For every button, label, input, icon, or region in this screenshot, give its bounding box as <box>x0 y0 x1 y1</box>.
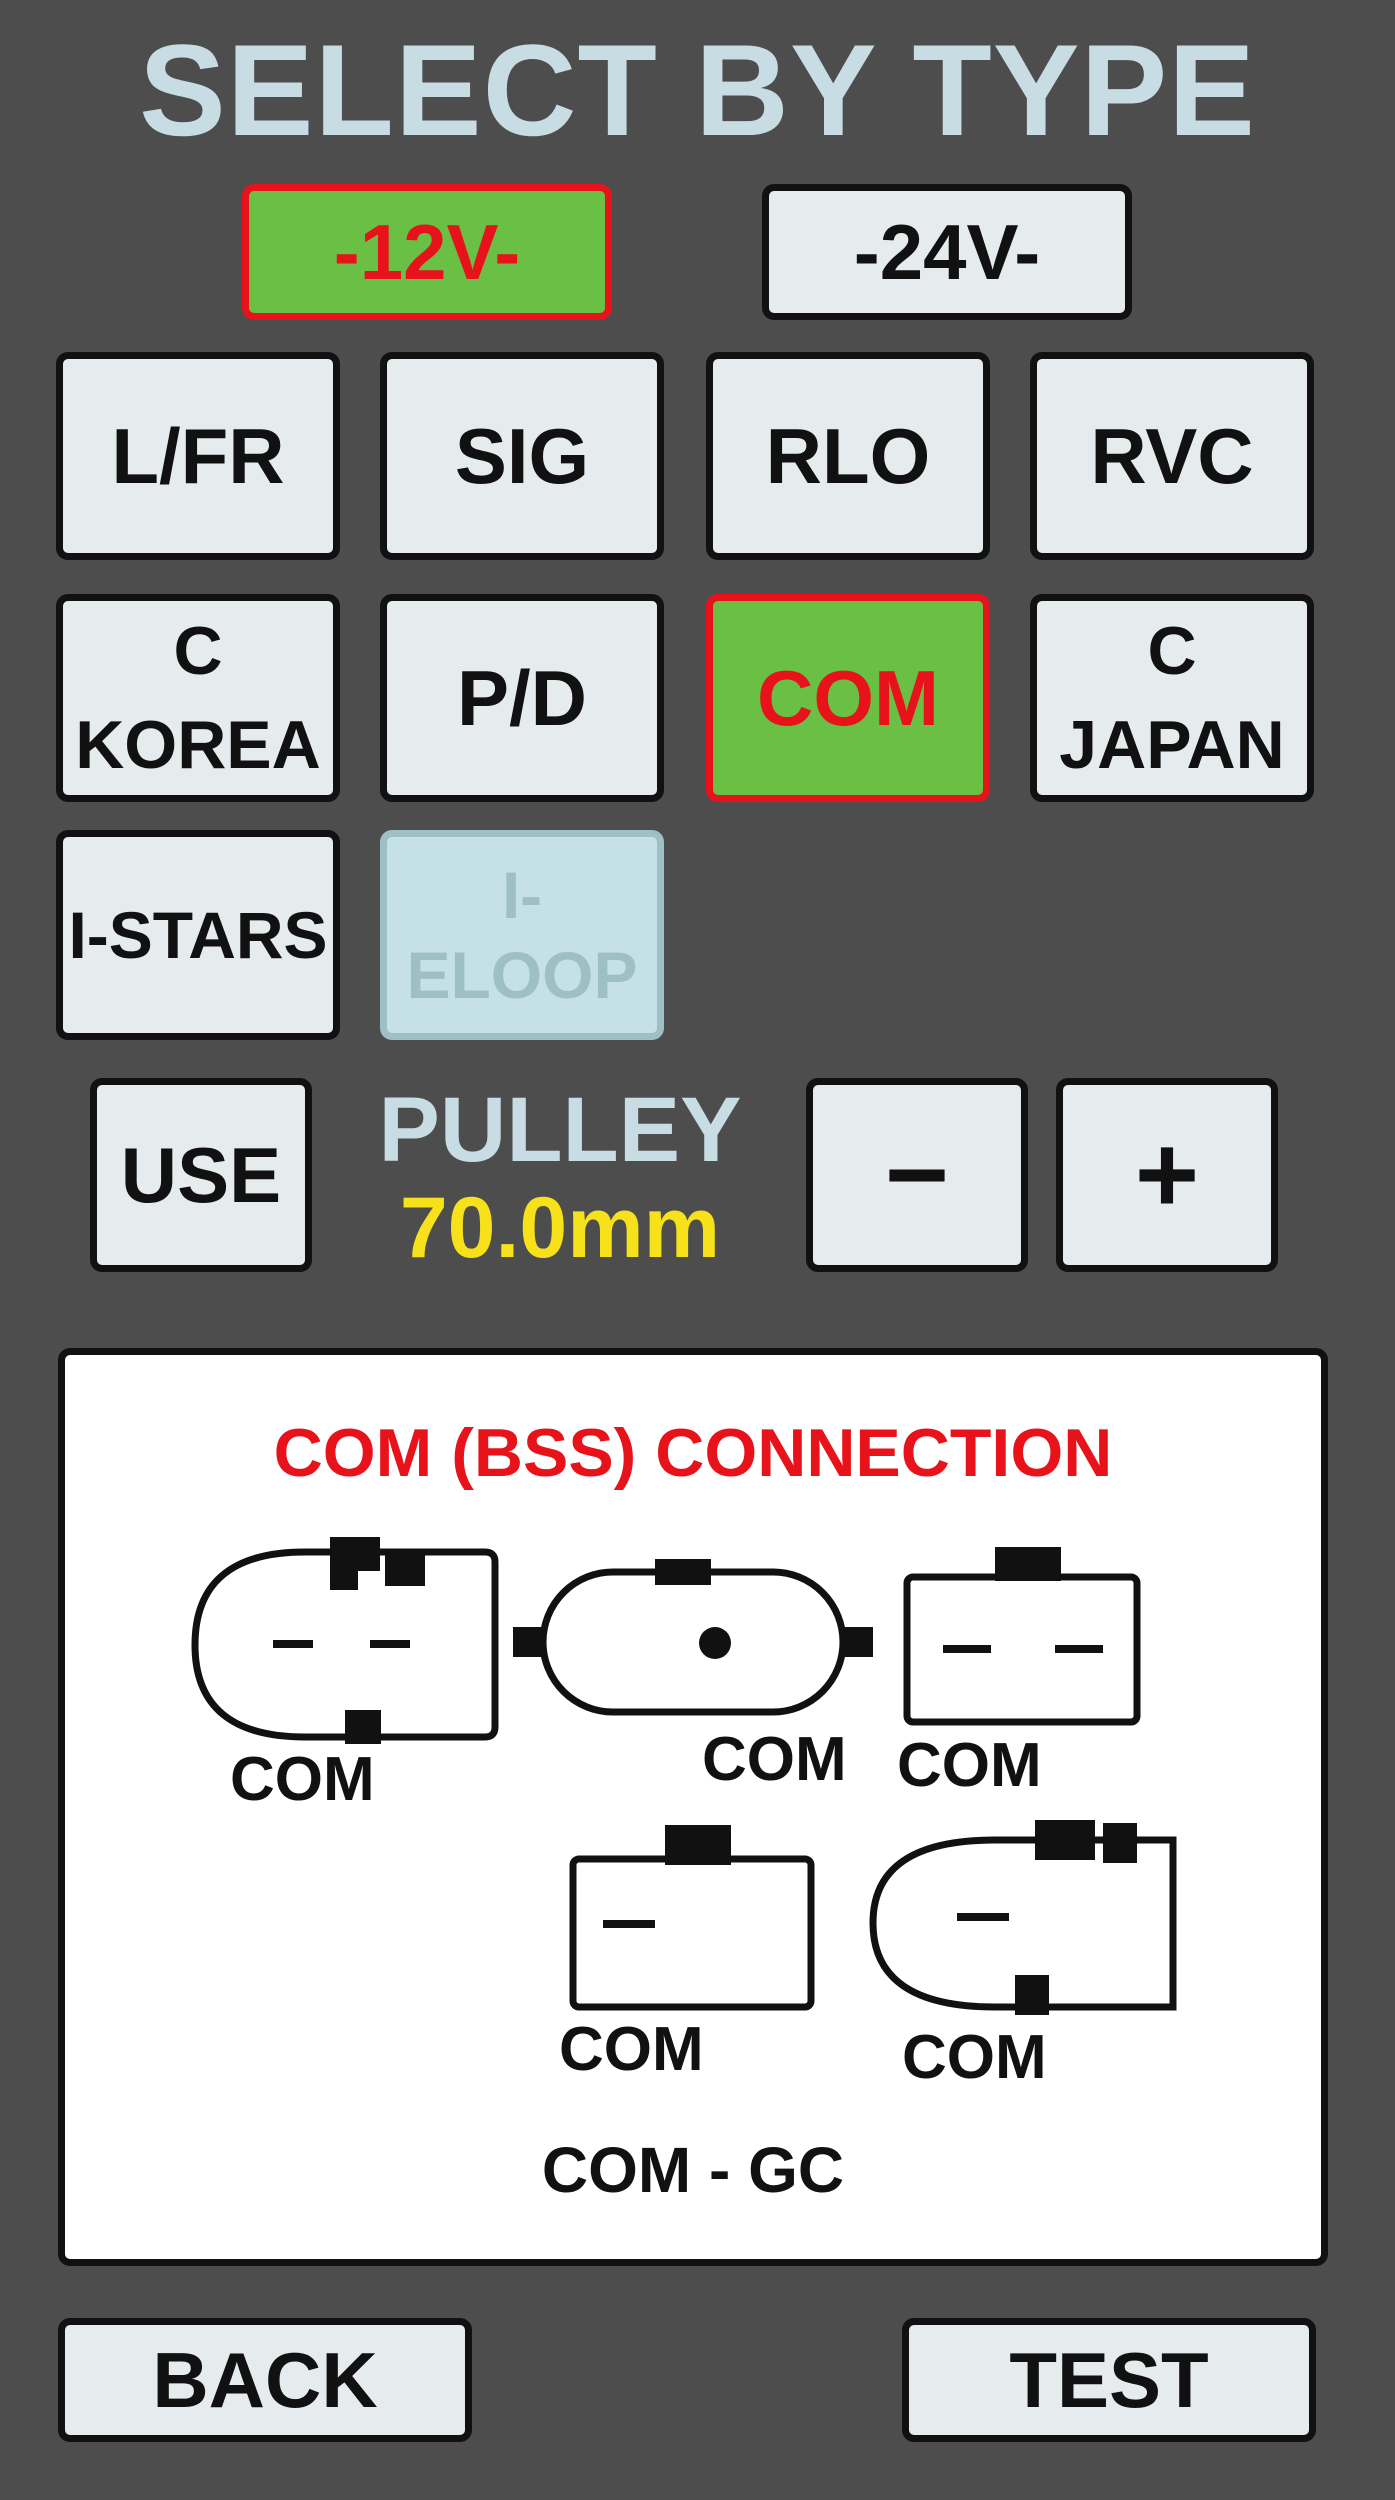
type-sig-button[interactable]: SIG <box>380 352 664 560</box>
type-lfr-label: L/FR <box>111 412 285 500</box>
test-label: TEST <box>1009 2336 1209 2424</box>
connection-caption: COM - GC <box>541 2134 845 2206</box>
connection-panel: COM (BSS) CONNECTION COM COM COM COM COM… <box>58 1348 1328 2266</box>
voltage-24v-label: -24V- <box>853 208 1041 296</box>
plus-icon: + <box>1134 1113 1200 1236</box>
type-lfr-button[interactable]: L/FR <box>56 352 340 560</box>
type-c-korea-label: C KOREA <box>75 613 321 783</box>
test-button[interactable]: TEST <box>902 2318 1316 2442</box>
pulley-increase-button[interactable]: + <box>1056 1078 1278 1272</box>
pulley-label: PULLEY <box>378 1079 742 1181</box>
back-button[interactable]: BACK <box>58 2318 472 2442</box>
voltage-12v-label: -12V- <box>333 208 521 296</box>
connector-4-icon <box>569 1855 815 2011</box>
minus-icon: − <box>884 1113 950 1236</box>
connector-3-label: COM <box>897 1731 1042 1800</box>
use-pulley-button[interactable]: USE <box>90 1078 312 1272</box>
connector-2-icon <box>539 1568 847 1716</box>
type-i-stars-button[interactable]: I-STARS <box>56 830 340 1040</box>
connector-4-label: COM <box>559 2015 704 2084</box>
connector-1-label: COM <box>230 1745 375 1814</box>
use-pulley-label: USE <box>120 1131 282 1219</box>
type-c-korea-button[interactable]: C KOREA <box>56 594 340 802</box>
type-rlo-label: RLO <box>765 412 931 500</box>
page-title: SELECT BY TYPE <box>139 17 1256 163</box>
type-sig-label: SIG <box>454 412 590 500</box>
type-pd-label: P/D <box>456 654 588 742</box>
type-i-eloop-label: I-ELOOP <box>406 858 638 1012</box>
pulley-decrease-button[interactable]: − <box>806 1078 1028 1272</box>
type-com-button[interactable]: COM <box>706 594 990 802</box>
back-label: BACK <box>152 2336 378 2424</box>
connector-5-label: COM <box>902 2023 1047 2092</box>
type-rvc-label: RVC <box>1090 412 1254 500</box>
type-i-eloop-button: I-ELOOP <box>380 830 664 1040</box>
type-rvc-button[interactable]: RVC <box>1030 352 1314 560</box>
type-c-japan-label: C JAPAN <box>1059 613 1285 783</box>
voltage-12v-button[interactable]: -12V- <box>242 184 612 320</box>
type-rlo-button[interactable]: RLO <box>706 352 990 560</box>
type-com-label: COM <box>757 654 939 742</box>
type-pd-button[interactable]: P/D <box>380 594 664 802</box>
pulley-value: 70.0mm <box>399 1180 721 1276</box>
connector-2-label: COM <box>702 1725 847 1794</box>
type-i-stars-label: I-STARS <box>68 898 328 972</box>
voltage-24v-button[interactable]: -24V- <box>762 184 1132 320</box>
type-c-japan-button[interactable]: C JAPAN <box>1030 594 1314 802</box>
